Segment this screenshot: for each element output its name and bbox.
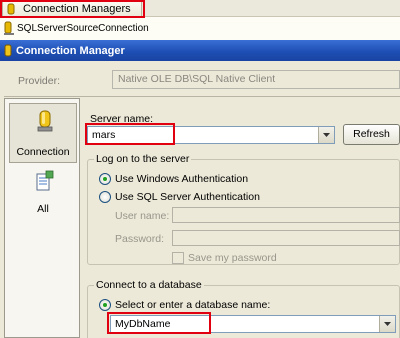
connection-manager-dialog: Connection Manager Provider: Native OLE … <box>0 40 400 338</box>
select-database-label[interactable]: Select or enter a database name: <box>115 299 270 311</box>
dialog-divider <box>4 96 400 97</box>
windows-auth-label[interactable]: Use Windows Authentication <box>115 173 248 185</box>
database-name-highlight <box>107 312 211 334</box>
nav-item-connection[interactable]: Connection <box>9 103 77 163</box>
provider-label: Provider: <box>18 75 61 87</box>
sql-auth-radio[interactable] <box>99 191 111 203</box>
password-field <box>172 230 400 246</box>
chevron-down-icon[interactable] <box>318 127 334 143</box>
nav-item-all[interactable]: All <box>9 165 77 225</box>
username-field <box>172 207 400 223</box>
connect-database-group-title: Connect to a database <box>94 279 204 291</box>
provider-row: Provider: Native OLE DB\SQL Native Clien… <box>0 66 400 96</box>
nav-item-connection-label: Connection <box>16 146 70 158</box>
dialog-title: Connection Manager <box>16 44 125 57</box>
page-nav: Connection All <box>4 98 80 338</box>
select-database-radio[interactable] <box>99 299 111 311</box>
all-properties-icon <box>35 170 54 194</box>
dialog-titlebar[interactable]: Connection Manager <box>0 40 400 61</box>
connection-icon <box>36 109 54 133</box>
save-password-checkbox <box>172 252 184 264</box>
refresh-button[interactable]: Refresh <box>343 124 400 145</box>
database-connection-icon <box>4 21 14 35</box>
chevron-down-icon[interactable] <box>379 316 395 332</box>
server-name-highlight <box>85 123 175 145</box>
logon-group-title: Log on to the server <box>94 153 192 165</box>
windows-auth-radio[interactable] <box>99 173 111 185</box>
connection-manager-item[interactable]: SQLServerSourceConnection <box>4 20 149 36</box>
connection-manager-item-label: SQLServerSourceConnection <box>17 22 149 34</box>
password-label: Password: <box>115 233 165 245</box>
nav-item-all-label: All <box>37 203 49 215</box>
connection-managers-tab-highlight <box>0 0 145 18</box>
connection-managers-pane: Connection Managers SQLServerSourceConne… <box>0 0 400 40</box>
sql-auth-label[interactable]: Use SQL Server Authentication <box>115 191 260 203</box>
provider-field: Native OLE DB\SQL Native Client <box>112 70 400 89</box>
dialog-title-icon <box>4 44 12 57</box>
save-password-label: Save my password <box>188 252 277 264</box>
username-label: User name: <box>115 210 170 222</box>
